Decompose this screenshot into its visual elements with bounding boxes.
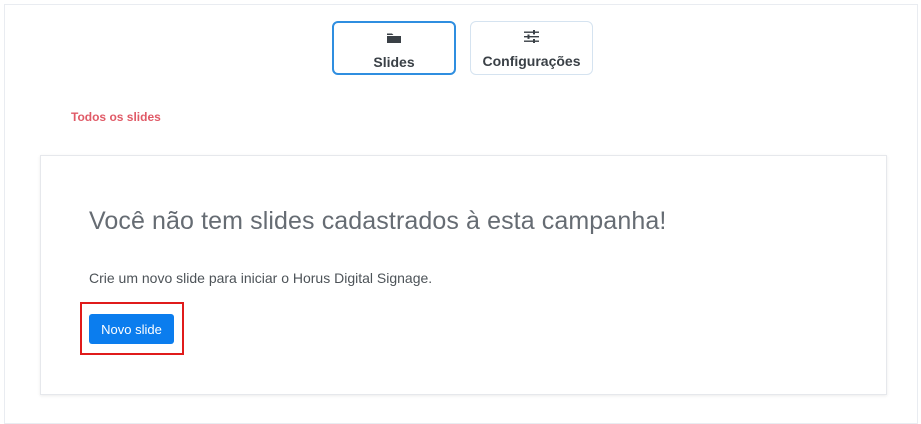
empty-state-description: Crie um novo slide para iniciar o Horus …: [89, 270, 433, 286]
sliders-icon: [471, 29, 592, 43]
empty-state-card: Você não tem slides cadastrados à esta c…: [40, 155, 887, 395]
tab-configuracoes[interactable]: Configurações: [470, 21, 593, 75]
tab-configuracoes-label: Configurações: [482, 53, 581, 69]
new-slide-button[interactable]: Novo slide: [89, 314, 174, 344]
empty-state-title: Você não tem slides cadastrados à esta c…: [89, 207, 667, 235]
section-label-all-slides: Todos os slides: [71, 110, 161, 124]
folder-icon: [334, 30, 454, 44]
tab-slides[interactable]: Slides: [332, 21, 456, 75]
tab-slides-label: Slides: [373, 54, 415, 70]
